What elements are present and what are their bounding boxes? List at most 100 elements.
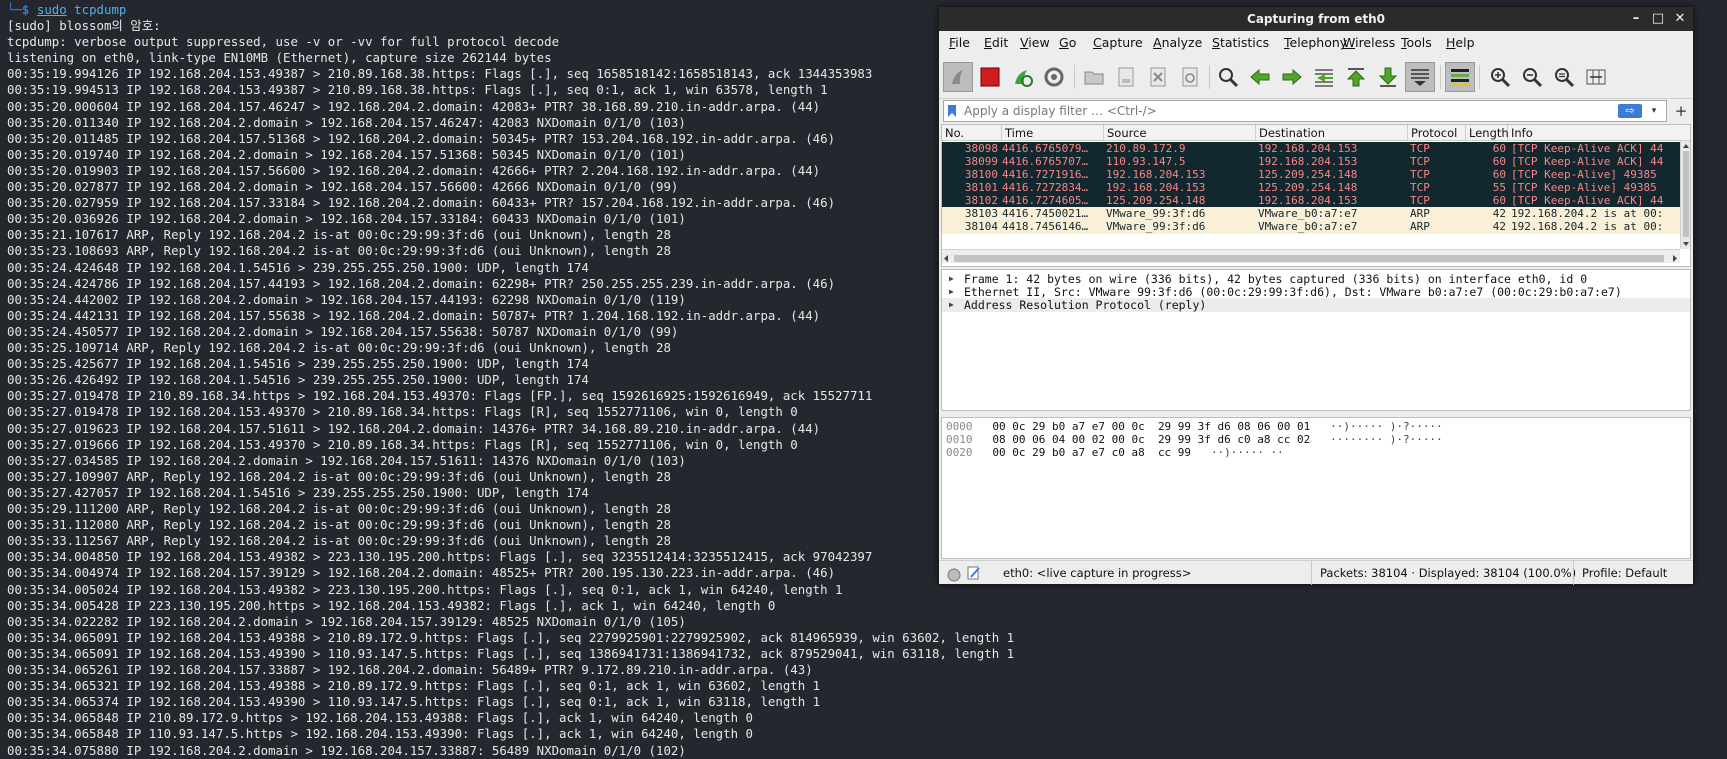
- bookmark-icon[interactable]: [947, 104, 957, 118]
- add-filter-button[interactable]: +: [1671, 100, 1691, 122]
- go-back-icon[interactable]: [1245, 62, 1275, 92]
- wireshark-window[interactable]: Capturing from eth0 – □ ✕ File Edit View…: [938, 6, 1694, 585]
- terminal-line: 00:35:20.000604 IP 192.168.204.157.46247…: [7, 98, 821, 114]
- col-header-info[interactable]: Info: [1508, 125, 1680, 141]
- hex-ascii[interactable]: ········ )·?·····: [1330, 433, 1443, 446]
- packet-cell-proto: TCP: [1410, 155, 1430, 168]
- expand-arrow-icon[interactable]: ▶: [949, 298, 954, 312]
- auto-scroll-icon[interactable]: [1405, 62, 1435, 92]
- normal-size-icon[interactable]: [1549, 62, 1579, 92]
- terminal-line: 00:35:34.065848 IP 210.89.172.9.https > …: [7, 710, 753, 726]
- packet-cell-src: 125.209.254.148: [1106, 194, 1206, 207]
- zoom-in-icon[interactable]: [1485, 62, 1515, 92]
- stop-capture-icon[interactable]: [975, 62, 1005, 92]
- maximize-button[interactable]: □: [1647, 7, 1669, 31]
- go-last-icon[interactable]: [1373, 62, 1403, 92]
- display-filter-input[interactable]: Apply a display filter … <Ctrl-/> ⇨ ▾: [943, 100, 1667, 122]
- status-profile[interactable]: Profile: Default: [1573, 561, 1667, 585]
- packet-row[interactable]: 38103 4416.7450021… VMware_99:3f:d6 VMware_…: [942, 207, 1680, 221]
- window-title-bar[interactable]: Capturing from eth0 – □ ✕: [939, 7, 1693, 31]
- col-header-protocol[interactable]: Protocol: [1408, 125, 1466, 141]
- detail-tree-label: Frame 1: 42 bytes on wire (336 bits), 42…: [964, 272, 1588, 286]
- colorize-icon[interactable]: [1445, 62, 1475, 92]
- packet-row[interactable]: 38098 4416.6765079… 210.89.172.9 192.168.20…: [942, 142, 1680, 156]
- packet-row[interactable]: 38099 4416.6765707… 110.93.147.5 192.168.20…: [942, 155, 1680, 169]
- packet-cell-time: 4416.7272834…: [1002, 181, 1089, 194]
- detail-tree-item[interactable]: ▶ Address Resolution Protocol (reply): [942, 298, 1690, 312]
- reload-file-icon[interactable]: [1175, 62, 1205, 92]
- menu-tools[interactable]: Tools: [1401, 31, 1432, 55]
- minimize-button[interactable]: –: [1625, 7, 1647, 31]
- detail-tree-item[interactable]: ▶ Ethernet II, Src: VMware_99:3f:d6 (00:0…: [942, 285, 1690, 299]
- col-header-no[interactable]: No.: [942, 125, 1002, 141]
- hex-bytes[interactable]: 08 00 06 04 00 02 00 0c 29 99 3f d6 c0 a…: [992, 433, 1310, 446]
- packet-cell-proto: TCP: [1410, 181, 1430, 194]
- hex-ascii[interactable]: ··)····· ··: [1211, 446, 1284, 459]
- close-file-icon[interactable]: [1143, 62, 1173, 92]
- menu-telephony[interactable]: Telephony: [1284, 31, 1347, 55]
- close-window-button[interactable]: ✕: [1669, 7, 1691, 31]
- col-header-source[interactable]: Source: [1104, 125, 1256, 141]
- col-header-time[interactable]: Time: [1002, 125, 1104, 141]
- packet-row[interactable]: 38104 4418.7456146… VMware_99:3f:d6 VMware_…: [942, 220, 1680, 234]
- packet-row[interactable]: 38101 4416.7272834… 192.168.204.153 125.209…: [942, 181, 1680, 195]
- open-file-icon[interactable]: [1079, 62, 1109, 92]
- capture-comment-icon[interactable]: [967, 565, 981, 581]
- terminal-line: 00:35:34.004850 IP 192.168.204.153.49382…: [7, 549, 873, 565]
- restart-capture-icon[interactable]: [1007, 62, 1037, 92]
- terminal-line: 00:35:19.994513 IP 192.168.204.153.49387…: [7, 82, 828, 98]
- expand-arrow-icon[interactable]: ▶: [949, 285, 954, 299]
- find-packet-icon[interactable]: [1213, 62, 1243, 92]
- save-file-icon[interactable]: [1111, 62, 1141, 92]
- terminal-line: 00:35:33.112567 ARP, Reply 192.168.204.2…: [7, 533, 671, 549]
- menu-go[interactable]: Go: [1059, 31, 1076, 55]
- packet-details-pane[interactable]: ▶ Frame 1: 42 bytes on wire (336 bits), 4…: [941, 269, 1691, 411]
- menu-wireless[interactable]: Wireless: [1343, 31, 1395, 55]
- prompt-symbol: $: [21, 2, 30, 17]
- packet-row[interactable]: 38102 4416.7274605… 125.209.254.148 192.168…: [942, 194, 1680, 208]
- menu-help[interactable]: Help: [1446, 31, 1475, 55]
- expert-info-icon[interactable]: [947, 566, 961, 582]
- packet-list-horizontal-scrollbar[interactable]: [942, 249, 1680, 263]
- terminal-line: 00:35:34.005428 IP 223.130.195.200.https…: [7, 597, 776, 613]
- hex-bytes[interactable]: 00 0c 29 b0 a7 e7 00 0c 29 99 3f d6 08 0…: [992, 420, 1310, 433]
- menu-capture[interactable]: Capture: [1093, 31, 1143, 55]
- terminal-line: 00:35:34.075880 IP 192.168.204.2.domain …: [7, 742, 686, 758]
- hex-off[interactable]: 0010: [946, 433, 973, 446]
- hex-off[interactable]: 0000: [946, 420, 973, 433]
- col-header-length[interactable]: Length: [1466, 125, 1509, 141]
- menu-file[interactable]: File: [949, 31, 970, 55]
- menu-view[interactable]: View: [1020, 31, 1050, 55]
- shark-fin-start-icon[interactable]: [943, 62, 973, 92]
- menu-analyze[interactable]: Analyze: [1153, 31, 1202, 55]
- detail-tree-label: Ethernet II, Src: VMware_99:3f:d6 (00:0c…: [964, 285, 1622, 299]
- menu-statistics[interactable]: Statistics: [1212, 31, 1269, 55]
- packet-cell-len: 60: [1492, 142, 1506, 155]
- packet-list-vertical-scrollbar[interactable]: [1680, 141, 1690, 249]
- terminal-line: 00:35:24.424648 IP 192.168.204.1.54516 >…: [7, 259, 589, 275]
- terminal-line: 00:35:34.005024 IP 192.168.204.153.49382…: [7, 581, 843, 597]
- apply-filter-button[interactable]: ⇨: [1618, 104, 1642, 118]
- filter-dropdown-button[interactable]: ▾: [1646, 101, 1662, 121]
- menu-edit[interactable]: Edit: [984, 31, 1008, 55]
- capture-options-icon[interactable]: [1039, 62, 1069, 92]
- hex-row: 0020 00 0c 29 b0 a7 e7 c0 a8 cc 99 ··)··…: [946, 446, 1284, 460]
- col-header-destination[interactable]: Destination: [1256, 125, 1408, 141]
- expand-arrow-icon[interactable]: ▶: [949, 272, 954, 286]
- go-first-icon[interactable]: [1341, 62, 1371, 92]
- hex-ascii[interactable]: ··)····· )·?·····: [1330, 420, 1443, 433]
- packet-list[interactable]: No. Time Source Destination Protocol Len…: [941, 124, 1691, 267]
- packet-cell-no: 38101: [964, 181, 998, 194]
- packet-row[interactable]: 38100 4416.7271916… 192.168.204.153 125.209…: [942, 168, 1680, 182]
- resize-columns-icon[interactable]: [1581, 62, 1611, 92]
- detail-tree-label: Address Resolution Protocol (reply): [964, 298, 1207, 312]
- detail-tree-item[interactable]: ▶ Frame 1: 42 bytes on wire (336 bits), 4…: [942, 272, 1690, 286]
- go-forward-icon[interactable]: [1277, 62, 1307, 92]
- packet-bytes-pane[interactable]: 0000 00 0c 29 b0 a7 e7 00 0c 29 99 3f d6…: [941, 417, 1691, 559]
- hex-off[interactable]: 0020: [946, 446, 973, 459]
- terminal-line: 00:35:25.109714 ARP, Reply 192.168.204.2…: [7, 340, 671, 355]
- go-to-packet-icon[interactable]: [1309, 62, 1339, 92]
- zoom-out-icon[interactable]: [1517, 62, 1547, 92]
- hex-bytes[interactable]: 00 0c 29 b0 a7 e7 c0 a8 cc 99: [992, 446, 1191, 459]
- toolbar-separator: [1074, 65, 1075, 89]
